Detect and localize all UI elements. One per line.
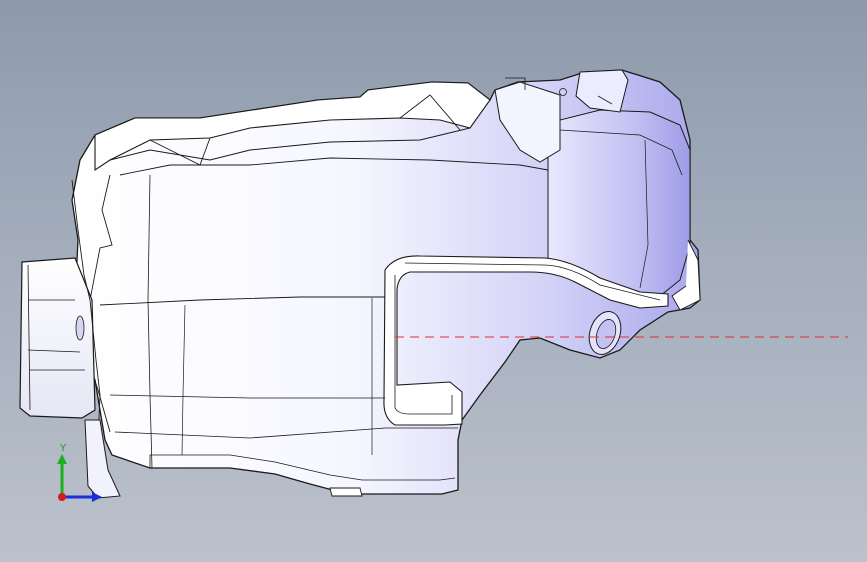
cad-model[interactable] — [0, 0, 867, 562]
part-bottom-tab — [329, 487, 363, 497]
part-left-box — [19, 257, 96, 419]
left-box-hole — [75, 315, 85, 341]
x-axis-arrow — [92, 492, 102, 502]
y-axis-label: Y — [59, 443, 67, 454]
graphics-viewport[interactable]: Y — [0, 0, 867, 562]
z-axis-dot — [58, 493, 66, 501]
top-hole — [559, 88, 567, 96]
coordinate-triad: Y — [57, 443, 102, 502]
y-axis-arrow — [57, 454, 67, 464]
